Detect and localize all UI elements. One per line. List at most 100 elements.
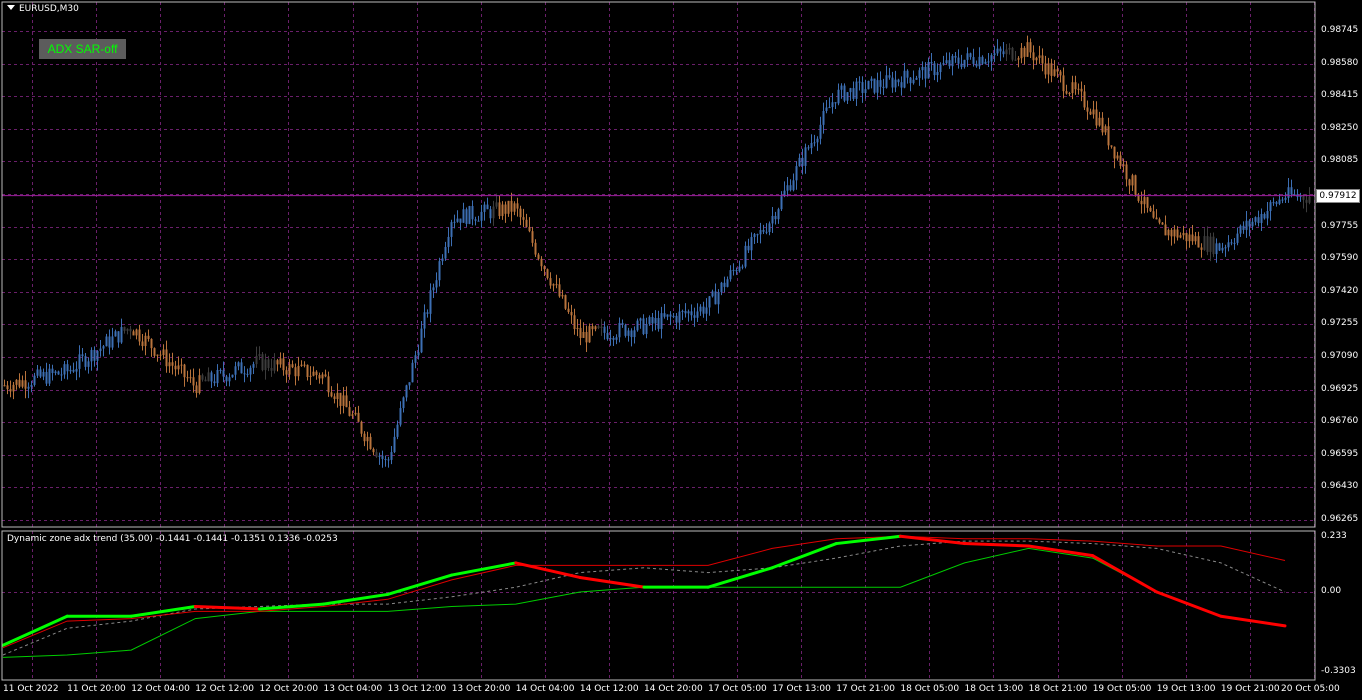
dropdown-arrow-icon[interactable] xyxy=(7,5,15,10)
candle-body xyxy=(1014,59,1017,61)
candle-body xyxy=(684,310,687,314)
candle-body xyxy=(885,75,888,88)
candle-body xyxy=(996,48,999,54)
candle-body xyxy=(273,360,276,371)
candle-body xyxy=(912,79,915,84)
candle-body xyxy=(1005,49,1008,55)
price-axis-label: 0.96265 xyxy=(1321,514,1359,524)
candle-body xyxy=(963,59,966,67)
candle-body xyxy=(303,364,306,366)
candle-body xyxy=(195,385,198,393)
candle-body xyxy=(468,206,471,224)
candle-body xyxy=(417,352,420,356)
candle-body xyxy=(1089,111,1092,115)
candle-body xyxy=(444,246,447,259)
candle-body xyxy=(111,336,114,348)
candle-body xyxy=(1278,199,1281,204)
adx-main-line-segment xyxy=(386,573,454,596)
time-axis-label: 19 Oct 05:00 xyxy=(1092,684,1152,694)
price-axis-label: 0.96925 xyxy=(1321,383,1359,394)
candle-body xyxy=(246,373,249,375)
candle-body xyxy=(288,364,291,375)
candle-body xyxy=(1119,155,1122,166)
candle-body xyxy=(234,366,237,375)
candle-body xyxy=(153,348,156,356)
candle-body xyxy=(618,322,621,338)
time-axis-label: 14 Oct 20:00 xyxy=(644,684,703,694)
candle-body xyxy=(63,364,66,375)
candle-body xyxy=(216,370,219,384)
candle-body xyxy=(1197,236,1200,248)
candle-body xyxy=(1104,126,1107,133)
candle-body xyxy=(6,385,9,390)
candle-body xyxy=(588,326,591,343)
indicator-label: Dynamic zone adx trend (35.00) -0.1441 -… xyxy=(7,534,338,544)
symbol-title: EURUSD,M30 xyxy=(7,4,79,14)
candle-body xyxy=(567,308,570,312)
candle-body xyxy=(18,379,21,387)
time-axis-label: 12 Oct 04:00 xyxy=(131,684,190,694)
candle-body xyxy=(186,377,189,379)
candle-body xyxy=(483,204,486,212)
candle-body xyxy=(1176,229,1179,238)
candle-body xyxy=(1059,71,1062,76)
candle-body xyxy=(729,270,732,280)
chart-canvas[interactable] xyxy=(0,0,1362,700)
candle-body xyxy=(513,203,516,212)
candle-body xyxy=(93,349,96,361)
candle-body xyxy=(1044,63,1047,75)
adx-sar-toggle-button[interactable]: ADX SAR-off xyxy=(39,39,126,59)
candle-body xyxy=(690,311,693,316)
candle-body xyxy=(198,375,201,393)
candle-body xyxy=(627,330,630,336)
candle-body xyxy=(150,338,153,349)
price-axis-label: 0.97590 xyxy=(1321,253,1359,264)
candle-body xyxy=(696,311,699,318)
candle-body xyxy=(1248,220,1251,227)
time-axis-label: 13 Oct 12:00 xyxy=(387,684,447,694)
candle-body xyxy=(405,385,408,398)
candle-body xyxy=(516,203,519,209)
candle-body xyxy=(594,326,597,330)
candle-body xyxy=(453,221,456,223)
candle-body xyxy=(1302,195,1305,200)
candle-body xyxy=(657,317,660,329)
candle-body xyxy=(294,367,297,377)
price-candles[interactable] xyxy=(3,35,1311,468)
time-axis-label: 17 Oct 13:00 xyxy=(772,684,831,694)
candle-body xyxy=(525,219,528,227)
candle-body xyxy=(1260,214,1263,223)
candle-body xyxy=(705,307,708,314)
candle-body xyxy=(60,374,63,376)
candle-body xyxy=(822,110,825,125)
time-axis-label: 14 Oct 12:00 xyxy=(579,684,639,694)
candle-body xyxy=(1053,69,1056,76)
candle-body xyxy=(1008,47,1011,50)
candle-body xyxy=(1161,222,1164,225)
candle-body xyxy=(855,81,858,99)
candle-body xyxy=(1083,91,1086,108)
candle-body xyxy=(1062,75,1065,92)
adx-indicator-lines xyxy=(1,534,1287,658)
candle-body xyxy=(261,354,264,371)
candle-body xyxy=(120,327,123,343)
time-axis-label: 11 Oct 2022 xyxy=(3,684,59,694)
adx-lower-zone-line xyxy=(2,547,1286,658)
candle-body xyxy=(336,392,339,400)
candle-body xyxy=(1179,235,1182,238)
candle-body xyxy=(675,315,678,323)
candle-body xyxy=(678,311,681,323)
price-axis-label: 0.97420 xyxy=(1321,285,1359,296)
candle-body xyxy=(282,358,285,371)
candle-body xyxy=(981,56,984,64)
candle-body xyxy=(825,107,828,111)
candle-body xyxy=(591,326,594,330)
candle-body xyxy=(1041,55,1044,64)
candle-body xyxy=(651,317,654,324)
candle-body xyxy=(558,284,561,297)
candle-body xyxy=(762,230,765,232)
candle-body xyxy=(615,337,618,340)
candle-body xyxy=(1017,58,1020,60)
candle-body xyxy=(831,102,834,108)
candle-body xyxy=(114,331,117,337)
